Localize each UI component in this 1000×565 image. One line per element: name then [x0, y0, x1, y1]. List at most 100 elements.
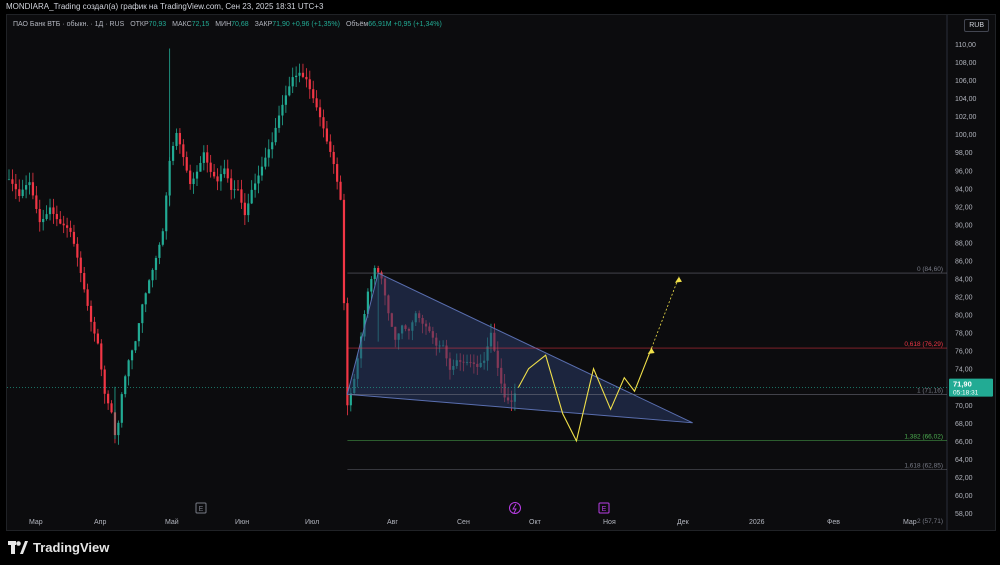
projection-arrowhead: [647, 347, 655, 354]
close-value: 71,90 +0,96 (+1,35%): [272, 21, 340, 28]
candle-body: [332, 151, 335, 165]
y-tick-label: 88,00: [955, 240, 973, 247]
chart-legend: ПАО Банк ВТБ · обыкн. · 1Д · RUS ОТКР70,…: [13, 21, 442, 28]
projection-dashed-arrow: [651, 276, 680, 349]
x-tick-label: Мар: [903, 519, 917, 526]
chart-panel[interactable]: 58,0060,0062,0064,0066,0068,0070,0072,00…: [6, 14, 996, 531]
y-tick-label: 106,00: [955, 78, 977, 85]
event-marker-label: E: [602, 506, 607, 513]
y-tick-label: 68,00: [955, 421, 973, 428]
y-tick-label: 58,00: [955, 511, 973, 518]
event-marker-label: E: [199, 506, 204, 513]
y-tick-label: 84,00: [955, 277, 973, 284]
price-chart-canvas[interactable]: 58,0060,0062,0064,0066,0068,0070,0072,00…: [7, 15, 995, 530]
price-badge-countdown: 05:18:31: [953, 390, 979, 397]
low-label: МИН: [215, 21, 232, 28]
y-tick-label: 98,00: [955, 150, 973, 157]
candle-body: [267, 149, 270, 158]
share-caption: MONDIARA_Trading создал(а) график на Tra…: [0, 0, 1000, 14]
candle-body: [216, 176, 219, 182]
candle-body: [182, 144, 185, 158]
candle-body: [250, 189, 253, 204]
candle-body: [100, 343, 103, 370]
candle-body: [35, 195, 38, 209]
candle-body: [315, 98, 318, 108]
fib-level-label: 0,618 (76,29): [904, 341, 943, 348]
candle-body: [175, 132, 178, 146]
candle-body: [236, 189, 240, 191]
x-tick-label: Ноя: [603, 519, 616, 526]
symbol-label: ПАО Банк ВТБ · обыкн. · 1Д · RUS: [13, 21, 125, 28]
candle-body: [226, 168, 229, 179]
low-value: 70,68: [231, 21, 249, 28]
candle-body: [124, 376, 127, 395]
x-tick-label: Май: [165, 518, 179, 526]
open-value: 70,93: [148, 21, 167, 28]
candle-body: [52, 207, 55, 214]
candle-body: [178, 132, 182, 145]
x-tick-label: Мар: [29, 519, 43, 526]
fib-level-label: 1,618 (62,85): [904, 462, 943, 469]
price-badge-value: 71,90: [953, 380, 972, 389]
candle-body: [312, 89, 315, 99]
x-tick-label: Фев: [827, 519, 840, 526]
candle-body: [206, 152, 209, 163]
candle-body: [86, 289, 89, 306]
candle-body: [28, 182, 31, 186]
y-tick-label: 66,00: [955, 439, 973, 446]
candle-body: [199, 162, 202, 172]
candle-body: [134, 341, 137, 351]
candle-body: [18, 189, 21, 197]
candle-body: [325, 128, 328, 142]
candle-body: [21, 189, 24, 197]
x-tick-label: Апр: [94, 519, 106, 526]
candle-body: [192, 178, 195, 185]
candle-body: [120, 394, 123, 423]
x-tick-label: Дек: [677, 519, 690, 526]
candle-body: [370, 279, 373, 292]
candle-body: [42, 218, 45, 223]
volume-change: +0,95 (+1,34%): [393, 21, 442, 28]
candle-body: [223, 168, 226, 175]
fib-level-label: 1,382 (66,02): [904, 434, 943, 441]
candle-body: [339, 181, 342, 200]
candle-body: [336, 164, 339, 182]
y-tick-label: 100,00: [955, 132, 977, 139]
candle-body: [151, 269, 154, 281]
high-label: МАКС: [172, 21, 192, 28]
y-tick-label: 86,00: [955, 258, 973, 265]
x-tick-label: Окт: [529, 519, 542, 526]
candle-body: [295, 75, 298, 78]
candle-body: [45, 214, 48, 219]
y-tick-label: 102,00: [955, 114, 977, 121]
candle-body: [7, 179, 11, 181]
fib-level-label: 0 (84,60): [917, 266, 943, 273]
candle-body: [127, 360, 130, 377]
candle-body: [154, 257, 158, 270]
x-tick-label: Сен: [457, 519, 470, 526]
footer: TradingView: [0, 531, 1000, 565]
candle-body: [117, 422, 120, 436]
volume-label: Объём: [345, 21, 369, 28]
candle-body: [373, 268, 376, 280]
candle-body: [14, 183, 17, 190]
tradingview-logo[interactable]: TradingView: [8, 540, 109, 555]
candle-body: [202, 152, 205, 163]
candle-body: [254, 183, 257, 190]
candle-body: [59, 219, 62, 224]
currency-button[interactable]: RUB: [964, 19, 989, 32]
high-value: 72,15: [191, 21, 210, 28]
candle-body: [230, 178, 233, 190]
candle-body: [66, 225, 69, 228]
candle-body: [72, 231, 76, 244]
x-tick-label: 2026: [749, 519, 765, 526]
candle-body: [308, 79, 311, 90]
candle-body: [161, 231, 164, 245]
y-tick-label: 62,00: [955, 475, 973, 482]
candle-body: [195, 171, 199, 179]
candle-body: [165, 195, 168, 232]
candle-body: [271, 142, 274, 150]
y-tick-label: 60,00: [955, 493, 973, 500]
brand-name: TradingView: [33, 540, 110, 555]
candle-body: [69, 227, 72, 232]
